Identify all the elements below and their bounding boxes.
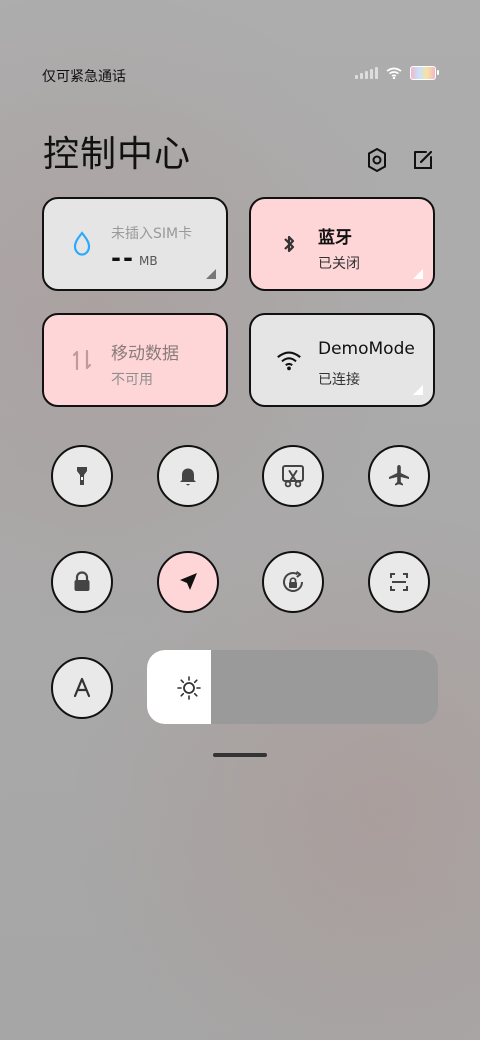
bell-button[interactable] (157, 445, 219, 507)
water-drop-icon (68, 230, 96, 258)
wifi-icon (275, 346, 303, 374)
bluetooth-status: 已关闭 (318, 256, 360, 272)
bluetooth-tile[interactable]: 蓝牙 已关闭 (249, 197, 435, 291)
rotation-lock-button[interactable] (262, 551, 324, 613)
edit-icon (414, 150, 433, 169)
edit-button[interactable] (409, 146, 437, 174)
corner-indicator-icon (413, 269, 423, 279)
bluetooth-title: 蓝牙 (318, 228, 352, 248)
drag-handle[interactable] (213, 753, 267, 757)
flashlight-button[interactable] (51, 445, 113, 507)
sim-status: 未插入SIM卡 (111, 226, 193, 242)
data-usage-value: -- (111, 244, 135, 272)
mobile-data-tile[interactable]: 移动数据 不可用 (42, 313, 228, 407)
airplane-mode-button[interactable] (368, 445, 430, 507)
status-icons (355, 66, 439, 80)
wifi-network-name: DemoMode (318, 339, 415, 359)
flashlight-icon (77, 467, 87, 485)
sun-icon (175, 674, 203, 702)
lock-icon (74, 571, 90, 591)
rotation-lock-icon (283, 570, 303, 592)
location-arrow-icon (180, 573, 197, 590)
bell-icon (180, 468, 196, 486)
page-title: 控制中心 (43, 134, 192, 175)
data-transfer-icon (68, 346, 96, 374)
screenshot-button[interactable] (262, 445, 324, 507)
brightness-slider[interactable] (147, 650, 438, 724)
mobile-data-title: 移动数据 (111, 344, 179, 364)
wifi-status: 已连接 (318, 372, 360, 388)
corner-indicator-icon (413, 385, 423, 395)
wifi-icon (386, 67, 402, 79)
scissors-icon (282, 465, 304, 488)
font-size-button[interactable] (51, 657, 113, 719)
bluetooth-icon (275, 230, 303, 258)
data-unit: MB (139, 254, 158, 268)
settings-button[interactable] (363, 146, 391, 174)
mobile-data-status: 不可用 (111, 372, 153, 388)
signal-icon (355, 67, 378, 79)
location-button[interactable] (157, 551, 219, 613)
status-left: 仅可紧急通话 (42, 69, 126, 85)
font-size-icon (73, 677, 91, 698)
battery-icon (410, 66, 439, 80)
corner-indicator-icon (206, 269, 216, 279)
lock-screen-button[interactable] (51, 551, 113, 613)
scan-button[interactable] (368, 551, 430, 613)
gear-icon (368, 147, 386, 173)
sim-card-tile[interactable]: 未插入SIM卡 -- MB (42, 197, 228, 291)
airplane-icon (389, 465, 409, 486)
scan-icon (390, 573, 408, 591)
wifi-tile[interactable]: DemoMode 已连接 (249, 313, 435, 407)
